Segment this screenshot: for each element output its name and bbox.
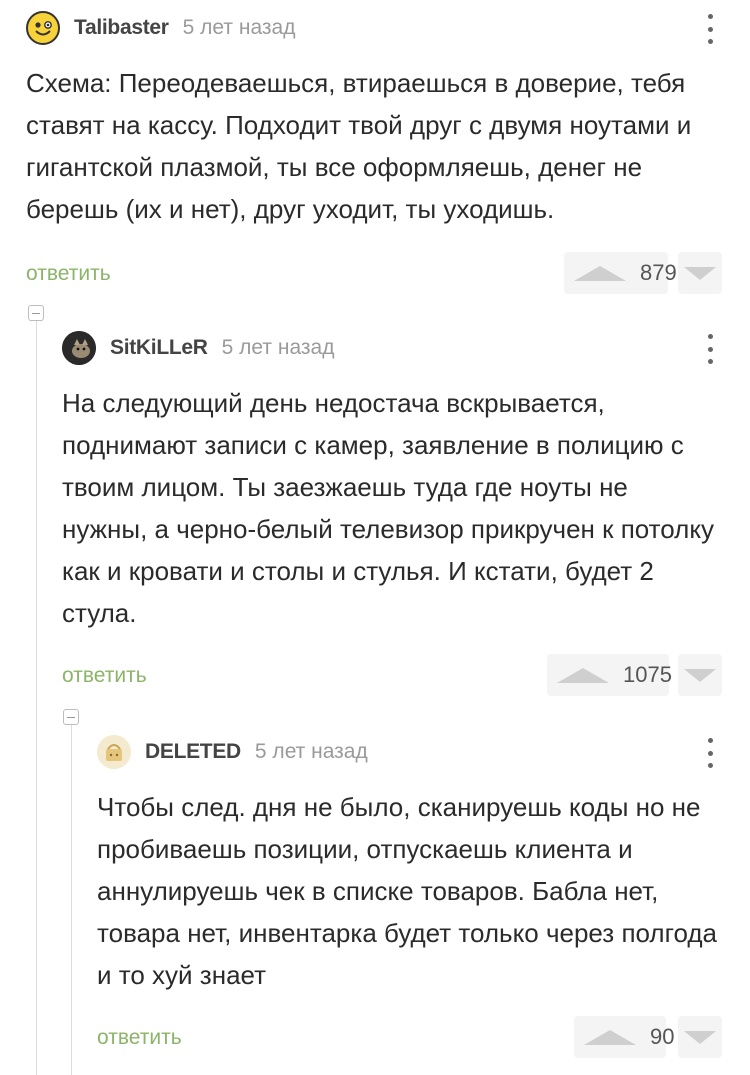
upvote-arrow-icon [574, 265, 626, 281]
comment-timestamp: 5 лет назад [182, 16, 296, 39]
more-options-icon[interactable] [700, 738, 720, 768]
vote-score: 879 [640, 260, 677, 285]
reply-button[interactable]: ответить [26, 262, 111, 286]
reply-button[interactable]: ответить [62, 664, 147, 688]
upvote-button[interactable]: 90 [574, 1016, 674, 1058]
more-options-icon[interactable] [700, 334, 720, 364]
vote-score: 90 [650, 1024, 675, 1049]
comment-header: Talibaster 5 лет назад [26, 8, 720, 48]
comment: DELETED 5 лет назад Чтобы след. дня не б… [97, 732, 722, 1058]
author-name[interactable]: SitKiLLeR [110, 336, 208, 360]
comment-footer: ответить 879 [26, 252, 722, 294]
vote-score: 1075 [623, 662, 672, 687]
comment: Talibaster 5 лет назад Схема: Переодевае… [26, 8, 722, 294]
comment-text: Чтобы след. дня не было, сканируешь коды… [97, 792, 718, 990]
comment-header: DELETED 5 лет назад [97, 732, 720, 772]
author-name[interactable]: DELETED [145, 740, 241, 764]
downvote-button[interactable] [678, 654, 722, 696]
comment-timestamp: 5 лет назад [254, 740, 368, 763]
upvote-arrow-icon [584, 1029, 636, 1045]
upvote-arrow-icon [557, 667, 609, 683]
smiley-face-icon[interactable] [26, 11, 60, 45]
collapse-thread-button[interactable] [28, 305, 44, 321]
reply-button[interactable]: ответить [97, 1026, 182, 1050]
downvote-arrow-icon [684, 668, 716, 682]
downvote-button[interactable] [678, 252, 722, 294]
upvote-button[interactable]: 1075 [547, 654, 672, 696]
comment-footer: ответить 90 [97, 1016, 722, 1058]
minus-icon [67, 716, 75, 718]
downvote-button[interactable] [678, 1016, 722, 1058]
downvote-arrow-icon [684, 266, 716, 280]
comment-text: На следующий день недостача вскрывается,… [62, 388, 715, 628]
comment-header: SitKiLLeR 5 лет назад [62, 328, 720, 368]
comment-timestamp: 5 лет назад [221, 336, 335, 359]
thread-line [71, 722, 72, 1075]
comment: SitKiLLeR 5 лет назад На следующий день … [62, 328, 722, 696]
collapse-thread-button[interactable] [63, 709, 79, 725]
thread-line [36, 318, 37, 1075]
more-options-icon[interactable] [700, 14, 720, 44]
cat-photo-icon[interactable] [62, 331, 96, 365]
deleted-user-icon[interactable] [97, 735, 131, 769]
comment-text: Схема: Переодеваешься, втираешься в дове… [26, 68, 692, 224]
downvote-arrow-icon [684, 1030, 716, 1044]
author-name[interactable]: Talibaster [74, 16, 169, 40]
minus-icon [32, 312, 40, 314]
upvote-button[interactable]: 879 [564, 252, 677, 294]
comment-footer: ответить 1075 [62, 654, 722, 696]
